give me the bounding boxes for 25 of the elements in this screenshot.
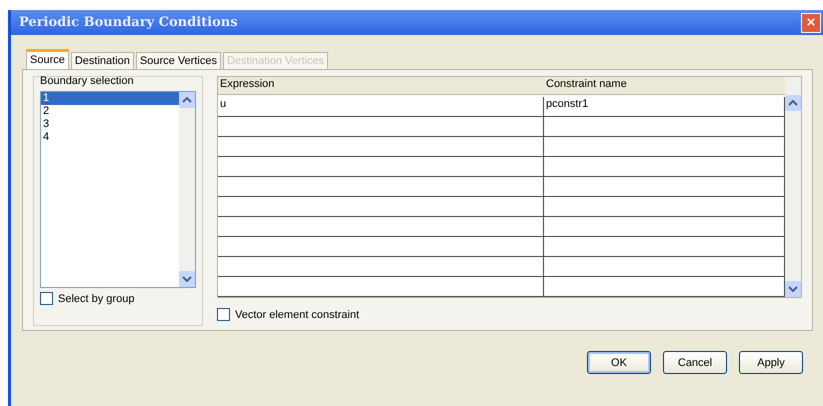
- checkbox[interactable]: [40, 292, 53, 305]
- close-button[interactable]: ×: [801, 12, 821, 32]
- scroll-up-icon[interactable]: [179, 92, 195, 108]
- dialog-button[interactable]: OK: [587, 351, 651, 374]
- tab[interactable]: Destination: [70, 52, 134, 69]
- checkbox[interactable]: [217, 308, 230, 321]
- scroll-down-icon[interactable]: [785, 281, 801, 297]
- checkbox-label: Vector element constraint: [235, 308, 360, 320]
- checkbox-label: Select by group: [58, 292, 134, 304]
- scroll-up-icon[interactable]: [785, 95, 801, 111]
- tab[interactable]: Source: [26, 49, 69, 69]
- table-cell: pconstr1: [544, 97, 785, 117]
- column-header: Constraint name: [544, 77, 785, 95]
- dialog-button[interactable]: Apply: [739, 351, 803, 374]
- list-item[interactable]: 2: [41, 105, 179, 118]
- column-header: Expression: [218, 77, 544, 95]
- list-item[interactable]: 3: [41, 118, 179, 131]
- scroll-down-icon[interactable]: [179, 271, 195, 287]
- table-cell: u: [218, 97, 544, 117]
- group-title: Boundary selection: [40, 75, 135, 87]
- window-title: Periodic Boundary Conditions: [19, 15, 238, 30]
- tab[interactable]: Source Vertices: [136, 52, 221, 69]
- dialog-button[interactable]: Cancel: [663, 351, 727, 374]
- list-item[interactable]: 1: [41, 92, 179, 105]
- list-item[interactable]: 4: [41, 131, 179, 144]
